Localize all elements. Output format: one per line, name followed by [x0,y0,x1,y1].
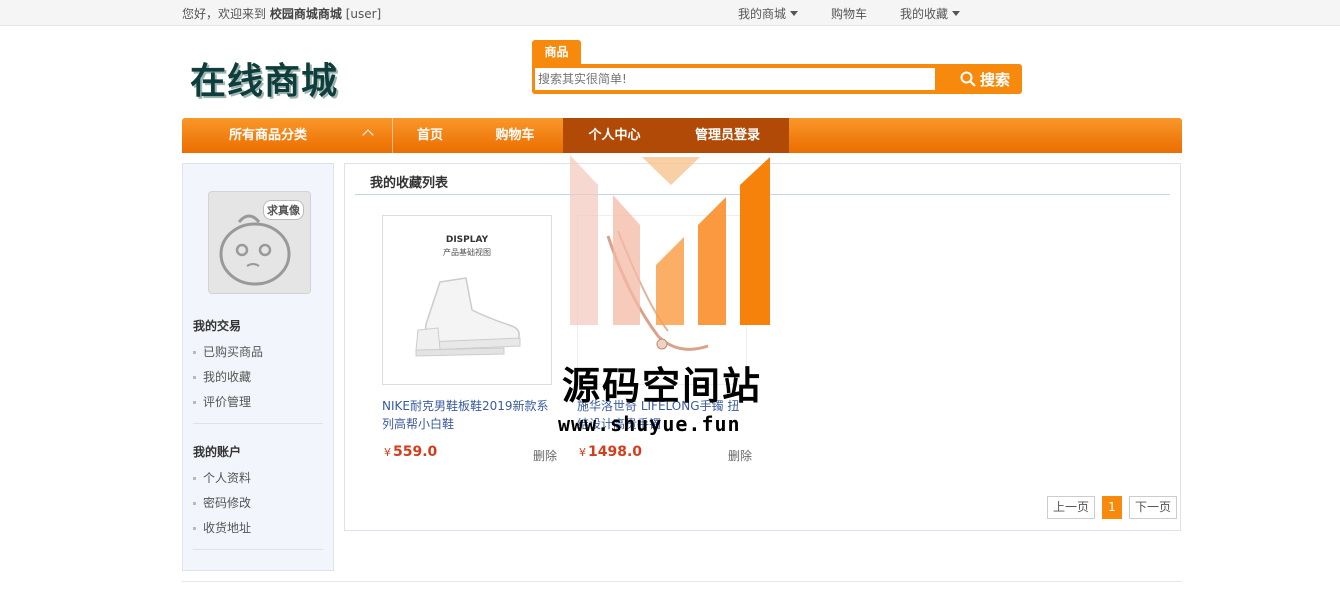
page-title: 我的收藏列表 [370,176,449,191]
nav-menu: 首页 购物车 个人中心 管理员登录 [393,118,789,153]
sidebar-item-favorites[interactable]: 我的收藏 [193,368,251,385]
sidebar-section-title-account: 我的账户 [193,445,242,459]
site-name: 校园商城商城 [269,7,342,21]
delete-button[interactable]: 删除 [728,447,752,464]
search-tab-products[interactable]: 商品 [532,40,581,64]
search-input[interactable] [535,68,935,90]
nav-item-personal-center[interactable]: 个人中心 [563,118,666,153]
current-page[interactable]: 1 [1101,496,1122,519]
title-divider [355,194,1170,195]
nav-item-home[interactable]: 首页 [393,118,467,153]
sidebar-item-reviews[interactable]: 评价管理 [193,393,251,410]
sidebar-item-password[interactable]: 密码修改 [193,494,251,511]
all-categories-button[interactable]: 所有商品分类 [182,118,392,153]
product-image-sneaker[interactable]: DISPLAY 产品基础视图 [382,215,552,385]
product-price: ¥559.0 [384,444,437,460]
top-links: 我的商城 购物车 我的收藏 [738,5,993,22]
product-image-bracelet[interactable] [577,215,747,385]
cart-link[interactable]: 购物车 [831,5,867,22]
my-favorites-label: 我的收藏 [900,7,949,21]
sidebar-item-purchased[interactable]: 已购买商品 [193,343,263,360]
my-mall-menu[interactable]: 我的商城 [738,5,799,22]
product-name[interactable]: NIKE耐克男鞋板鞋2019新款系列高帮小白鞋 [382,397,552,433]
currency-symbol: ¥ [579,446,586,459]
my-mall-label: 我的商城 [738,7,787,21]
next-page-button[interactable]: 下一页 [1128,496,1177,519]
search-button[interactable]: 搜索 [950,68,1020,90]
product-card: DISPLAY 产品基础视图 NIKE耐克男鞋板鞋2019新款系列高帮小白鞋 ¥… [382,215,560,463]
cart-link-label: 购物车 [831,7,868,21]
chevron-down-icon [790,11,799,16]
site-logo[interactable]: 在线商城 [190,52,338,104]
product-card: 施华洛世奇 LIFELONG手镯 扭结设计高贵手镯 ¥1498.0 删除 [577,215,755,463]
avatar-tag: 求真像 [263,200,304,220]
my-favorites-menu[interactable]: 我的收藏 [900,5,961,22]
avatar[interactable]: 求真像 [208,191,311,294]
sneaker-illustration [415,277,521,357]
pagination: 上一页 1 下一页 [1040,496,1177,519]
price-value: 559.0 [393,444,438,460]
product-name[interactable]: 施华洛世奇 LIFELONG手镯 扭结设计高贵手镯 [577,397,747,433]
sidebar-section-title-trades: 我的交易 [193,319,242,333]
search-box: 搜索 [532,64,1022,94]
all-categories-label: 所有商品分类 [229,128,308,143]
chevron-up-icon [362,129,374,141]
username: [user] [345,7,382,21]
prev-page-button[interactable]: 上一页 [1046,496,1095,519]
delete-button[interactable]: 删除 [533,447,557,464]
top-bar: 您好，欢迎来到 校园商城商城 [user] 我的商城 购物车 我的收藏 [0,0,1340,26]
sidebar: 求真像 我的交易 已购买商品 我的收藏 评价管理 我的账户 个人资料 密码修改 … [182,163,334,571]
currency-symbol: ¥ [384,446,391,459]
footer-divider [182,581,1182,582]
price-value: 1498.0 [588,444,643,460]
sidebar-item-profile[interactable]: 个人资料 [193,469,251,486]
bracelet-illustration [606,230,709,351]
image-caption-view: 产品基础视图 [443,248,491,257]
image-caption-display: DISPLAY [445,235,489,245]
nav-item-cart[interactable]: 购物车 [467,118,563,153]
welcome-text: 您好，欢迎来到 校园商城商城 [user] [182,5,381,22]
search-button-label: 搜索 [979,70,1010,89]
nav-item-admin-login[interactable]: 管理员登录 [666,118,789,153]
chevron-down-icon [952,11,961,16]
sidebar-item-address[interactable]: 收货地址 [193,519,251,536]
sidebar-divider [193,423,323,424]
welcome-prefix: 您好，欢迎来到 [182,7,267,21]
main-nav: 所有商品分类 首页 购物车 个人中心 管理员登录 [182,118,1182,153]
search-icon [960,71,976,87]
product-price: ¥1498.0 [579,444,642,460]
favorites-panel: 我的收藏列表 DISPLAY 产品基础视图 NIKE耐克男鞋板鞋2019新款系列… [344,163,1181,531]
sidebar-divider [193,549,323,550]
